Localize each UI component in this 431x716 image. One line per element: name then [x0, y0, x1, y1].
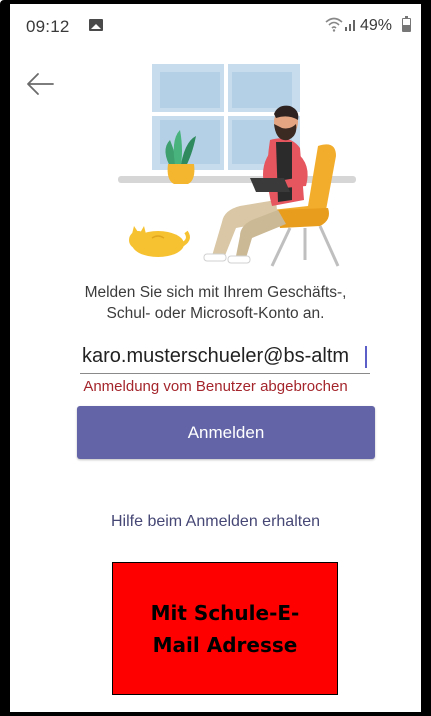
signin-prompt: Melden Sie sich mit Ihrem Geschäfts-, Sc… [10, 282, 421, 324]
annotation-box: Mit Schule-E- Mail Adresse [112, 562, 338, 695]
status-time: 09:12 [26, 17, 70, 36]
arrow-left-icon [27, 73, 54, 95]
email-field[interactable] [80, 340, 370, 374]
annotation-text: Mit Schule-E- Mail Adresse [130, 597, 320, 661]
annotation-line1: Mit Schule-E- [150, 600, 300, 625]
cat-illustration [129, 226, 190, 257]
wifi-icon [325, 17, 343, 32]
signin-prompt-line1: Melden Sie sich mit Ihrem Geschäfts-, [84, 284, 347, 301]
illustration [118, 64, 356, 267]
help-signin-link[interactable]: Hilfe beim Anmelden erhalten [10, 513, 421, 531]
battery-percent: 49% [360, 17, 393, 34]
text-cursor [365, 346, 367, 368]
annotation-line2: Mail Adresse [152, 632, 298, 657]
status-bar: 09:12 49% [10, 4, 421, 44]
back-button[interactable] [25, 72, 55, 96]
signin-button[interactable]: Anmelden [77, 406, 375, 459]
gallery-icon [89, 19, 103, 31]
app-screen: 09:12 49% Melden Sie sich mit Ihrem Gesc… [10, 4, 421, 712]
signin-prompt-line2: Schul- oder Microsoft-Konto an. [106, 305, 325, 322]
signal-icon [345, 20, 355, 31]
battery-icon [402, 16, 411, 32]
error-message: Anmeldung vom Benutzer abgebrochen [83, 378, 348, 395]
